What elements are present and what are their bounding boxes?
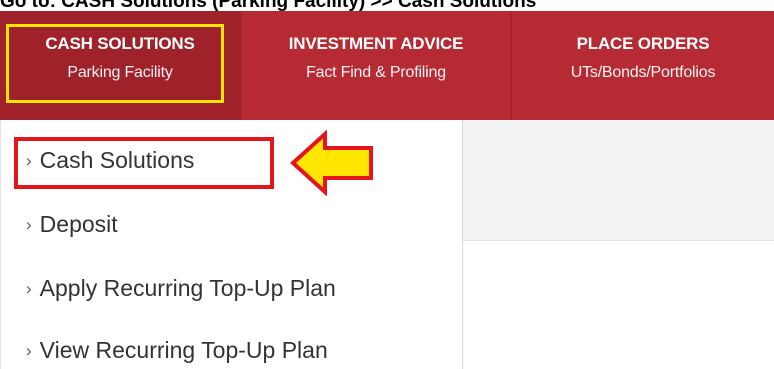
callout-highlight-box xyxy=(14,137,274,189)
left-arrow-icon xyxy=(290,130,373,196)
nav-place-orders[interactable]: PLACE ORDERS UTs/Bonds/Portfolios xyxy=(512,11,774,120)
page-content-band xyxy=(462,120,774,241)
menu-item-view-recurring-top-up-plan[interactable]: › View Recurring Top-Up Plan xyxy=(26,337,328,364)
chevron-right-icon: › xyxy=(26,215,32,234)
nav-place-orders-title: PLACE ORDERS xyxy=(576,34,710,53)
nav-place-orders-subtitle: UTs/Bonds/Portfolios xyxy=(570,64,716,81)
nav-investment-advice-title: INVESTMENT ADVICE xyxy=(288,34,464,53)
menu-item-label: View Recurring Top-Up Plan xyxy=(39,337,328,363)
menu-item-label: Deposit xyxy=(39,211,118,237)
menu-item-label: Apply Recurring Top-Up Plan xyxy=(39,275,336,301)
menu-item-apply-recurring-top-up-plan[interactable]: › Apply Recurring Top-Up Plan xyxy=(26,275,336,302)
nav-investment-advice-subtitle: Fact Find & Profiling xyxy=(306,64,446,81)
nav-highlight-box xyxy=(6,24,224,103)
nav-investment-advice[interactable]: INVESTMENT ADVICE Fact Find & Profiling xyxy=(241,11,511,120)
main-navbar: CASH SOLUTIONS Parking Facility INVESTME… xyxy=(0,11,774,120)
chevron-right-icon: › xyxy=(26,341,32,360)
menu-item-deposit[interactable]: › Deposit xyxy=(26,211,118,238)
chevron-right-icon: › xyxy=(26,279,32,298)
